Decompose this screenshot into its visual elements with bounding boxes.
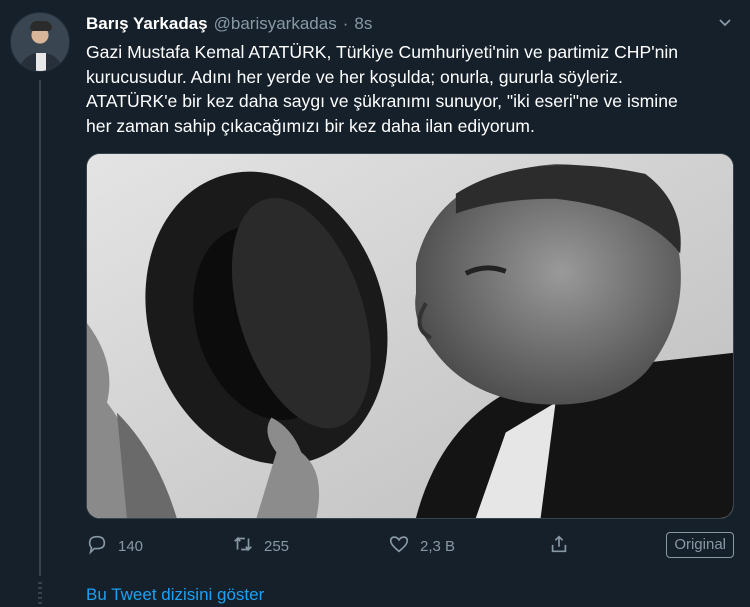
tweet-photo[interactable] [86, 153, 734, 519]
retweet-button[interactable]: 255 [232, 532, 289, 560]
separator: · [342, 14, 349, 33]
photo-image [87, 154, 733, 518]
tweet-text-line: kurucusudur. Adını her yerde ve her koşu… [86, 66, 623, 87]
tweet-text: Gazi Mustafa Kemal ATATÜRK, Türkiye Cumh… [86, 40, 734, 138]
original-button[interactable]: Original [666, 532, 734, 558]
reply-icon [86, 533, 108, 559]
retweet-count: 255 [264, 537, 290, 555]
thread-line [39, 80, 41, 576]
tweet-header: Barış Yarkadaş @barisyarkadas · 8s [86, 14, 372, 36]
tweet-text-line: Gazi Mustafa Kemal ATATÜRK, Türkiye Cumh… [86, 42, 679, 62]
share-button[interactable] [548, 532, 570, 560]
reply-button[interactable]: 140 [86, 532, 143, 560]
show-thread-link[interactable]: Bu Tweet dizisini göster [86, 585, 264, 605]
author-handle[interactable]: @barisyarkadas [214, 14, 337, 34]
thread-dots [38, 582, 42, 607]
tweet[interactable]: Barış Yarkadaş @barisyarkadas · 8s Gazi … [0, 0, 750, 607]
tweet-time[interactable]: 8s [354, 14, 372, 34]
avatar-column [10, 12, 72, 72]
heart-icon [388, 533, 410, 559]
like-button[interactable]: 2,3 B [388, 532, 455, 560]
avatar[interactable] [10, 12, 70, 72]
tweet-text-line: ATATÜRK'e bir kez daha saygı ve şükranım… [86, 91, 678, 111]
chevron-down-icon[interactable] [714, 14, 736, 36]
author-name[interactable]: Barış Yarkadaş [86, 14, 208, 34]
tweet-text-line: her zaman sahip çıkacağımızı bir kez dah… [86, 115, 535, 136]
tweet-actions: 140 255 2,3 B Original [86, 532, 734, 560]
share-icon [548, 533, 570, 559]
reply-count: 140 [118, 537, 144, 555]
like-count: 2,3 B [420, 537, 456, 555]
retweet-icon [232, 533, 254, 559]
